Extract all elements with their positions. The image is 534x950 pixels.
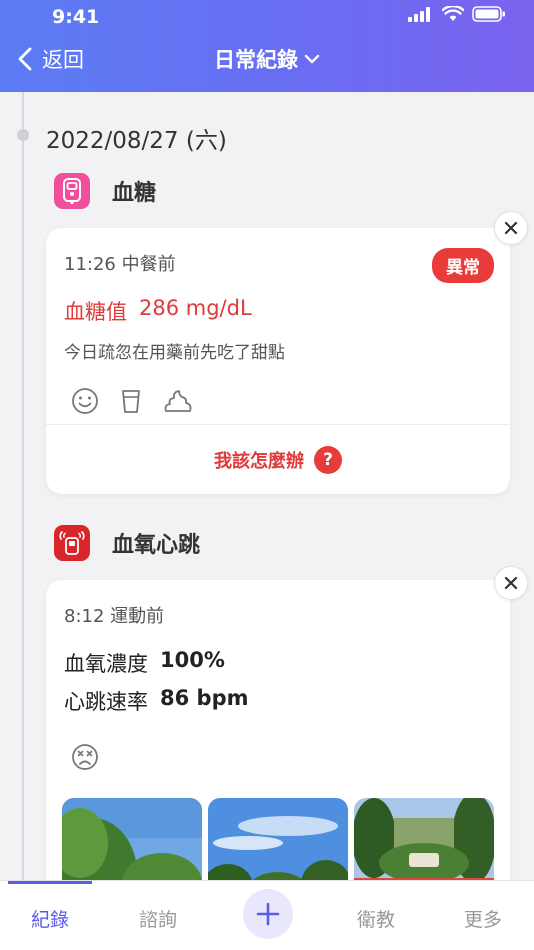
page-title-dropdown[interactable]: 日常紀錄 <box>0 44 534 74</box>
status-badge: 異常 <box>432 248 494 283</box>
timeline-dot <box>17 129 29 141</box>
poop-icon <box>164 390 192 412</box>
water-cup-icon <box>122 390 140 413</box>
card-divider <box>46 424 510 425</box>
section-header-glucose: 血糖 <box>54 173 156 209</box>
pulse-oximeter-icon <box>54 525 90 561</box>
metric-value: 86 bpm <box>160 686 249 710</box>
section-title: 血糖 <box>112 181 157 206</box>
signal-icon <box>408 7 430 22</box>
metric-label: 心跳速率 <box>64 690 148 714</box>
dizzy-face-icon <box>72 744 98 770</box>
section-title: 血氧心跳 <box>112 533 201 558</box>
photo-thumbnail[interactable] <box>208 798 348 880</box>
section-header-oximeter: 血氧心跳 <box>54 525 200 561</box>
glucose-reading: 血糖值 286 mg/dL <box>64 296 252 326</box>
smile-face-icon <box>72 388 98 414</box>
photo-thumbnail[interactable] <box>62 798 202 880</box>
photo-thumbnail[interactable] <box>354 798 494 880</box>
help-label: 我該怎麼辦 <box>214 451 304 472</box>
timeline-line <box>22 92 24 882</box>
condition-icons <box>70 386 194 416</box>
photo-gallery <box>62 798 494 880</box>
plus-icon <box>256 902 280 926</box>
reading-label: 血糖值 <box>64 300 127 324</box>
glucose-meter-icon <box>54 173 90 209</box>
condition-icons <box>70 742 100 772</box>
metric-label: 血氧濃度 <box>64 652 148 676</box>
active-tab-indicator <box>8 881 92 884</box>
tab-more[interactable]: 更多 <box>438 905 528 932</box>
heart-rate-reading: 心跳速率 86 bpm <box>64 686 248 716</box>
tab-education[interactable]: 衛教 <box>331 905 421 932</box>
what-should-i-do-button[interactable]: 我該怎麼辦 ? <box>46 446 510 474</box>
app-header: 9:41 返回 日常紀錄 <box>0 0 534 92</box>
tab-consult[interactable]: 諮詢 <box>113 905 203 932</box>
record-time: 11:26 中餐前 <box>64 254 176 275</box>
status-icons <box>408 6 506 22</box>
page-title: 日常紀錄 <box>214 48 298 72</box>
reading-value: 286 mg/dL <box>139 296 252 320</box>
delete-oximeter-record-button[interactable] <box>494 566 528 600</box>
status-time: 9:41 <box>52 6 100 28</box>
wifi-icon <box>442 6 464 21</box>
close-icon <box>504 221 518 235</box>
add-record-button[interactable] <box>243 889 293 939</box>
delete-glucose-record-button[interactable] <box>494 211 528 245</box>
close-icon <box>504 576 518 590</box>
record-note: 今日疏忽在用藥前先吃了甜點 <box>64 343 285 363</box>
bottom-tab-bar: 紀錄 諮詢 衛教 更多 <box>0 880 534 950</box>
metric-value: 100% <box>160 648 225 672</box>
oxygen-reading: 血氧濃度 100% <box>64 648 225 678</box>
record-time: 8:12 運動前 <box>64 606 165 627</box>
glucose-record-card[interactable]: 11:26 中餐前 異常 血糖值 286 mg/dL 今日疏忽在用藥前先吃了甜點… <box>46 228 510 494</box>
battery-icon <box>472 6 505 22</box>
question-icon: ? <box>314 446 342 474</box>
chevron-down-icon <box>304 54 320 64</box>
oximeter-record-card[interactable]: 8:12 運動前 血氧濃度 100% 心跳速率 86 bpm <box>46 580 510 880</box>
record-date: 2022/08/27 (六) <box>46 128 227 154</box>
tab-records[interactable]: 紀錄 <box>5 905 95 932</box>
